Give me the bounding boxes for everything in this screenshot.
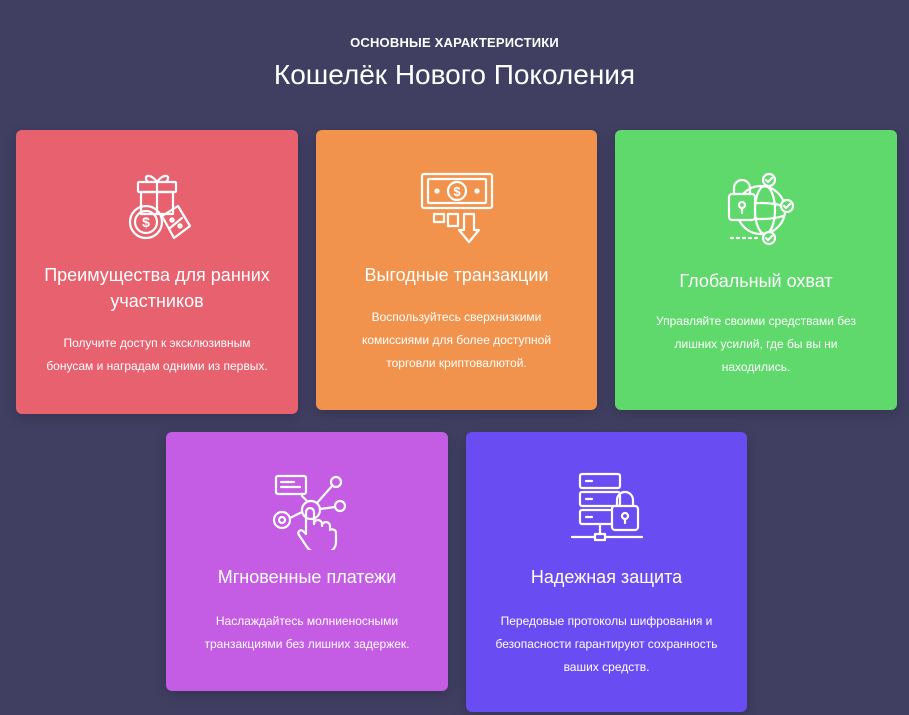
feature-description: Наслаждайтесь молниеносными транзакциями… — [204, 614, 410, 651]
features-section: ОСНОВНЫЕ ХАРАКТЕРИСТИКИ Кошелёк Нового П… — [0, 0, 909, 715]
lock-globe-icon — [711, 168, 801, 248]
feature-title: Преимущества для ранних участников — [44, 265, 270, 311]
feature-card-early-benefits: $ Преимущества для ранних участников Пол… — [16, 130, 298, 414]
dollar-bill-transfer-icon: $ — [412, 168, 502, 248]
gift-coin-discount-icon: $ — [112, 168, 202, 248]
section-title: Кошелёк Нового Поколения — [273, 59, 636, 90]
feature-description: Передовые протоколы шифрования и безопас… — [495, 614, 718, 674]
feature-description: Управляйте своими средствами без лишних … — [656, 314, 856, 374]
feature-description: Получите доступ к эксклюзивным бонусам и… — [46, 336, 268, 373]
server-lock-icon — [562, 470, 652, 550]
feature-title: Глобальный охват — [679, 271, 833, 291]
feature-card-instant-payments: Мгновенные платежи Наслаждайтесь молниен… — [166, 432, 448, 691]
feature-title: Выгодные транзакции — [364, 265, 549, 285]
feature-title: Мгновенные платежи — [217, 567, 397, 587]
feature-card-transactions: $ Выгодные транзакции Воспользуйтесь све… — [316, 130, 597, 410]
feature-title: Надежная защита — [530, 567, 683, 587]
feature-description: Воспользуйтесь сверхнизкими комиссиями д… — [361, 310, 552, 370]
feature-card-global-reach: Глобальный охват Управляйте своими средс… — [615, 130, 897, 410]
feature-card-protection: Надежная защита Передовые протоколы шифр… — [466, 432, 747, 712]
svg-text:$: $ — [142, 214, 150, 230]
svg-text:$: $ — [453, 184, 461, 199]
touch-network-icon — [262, 470, 352, 550]
section-eyebrow: ОСНОВНЫЕ ХАРАКТЕРИСТИКИ — [350, 35, 559, 50]
